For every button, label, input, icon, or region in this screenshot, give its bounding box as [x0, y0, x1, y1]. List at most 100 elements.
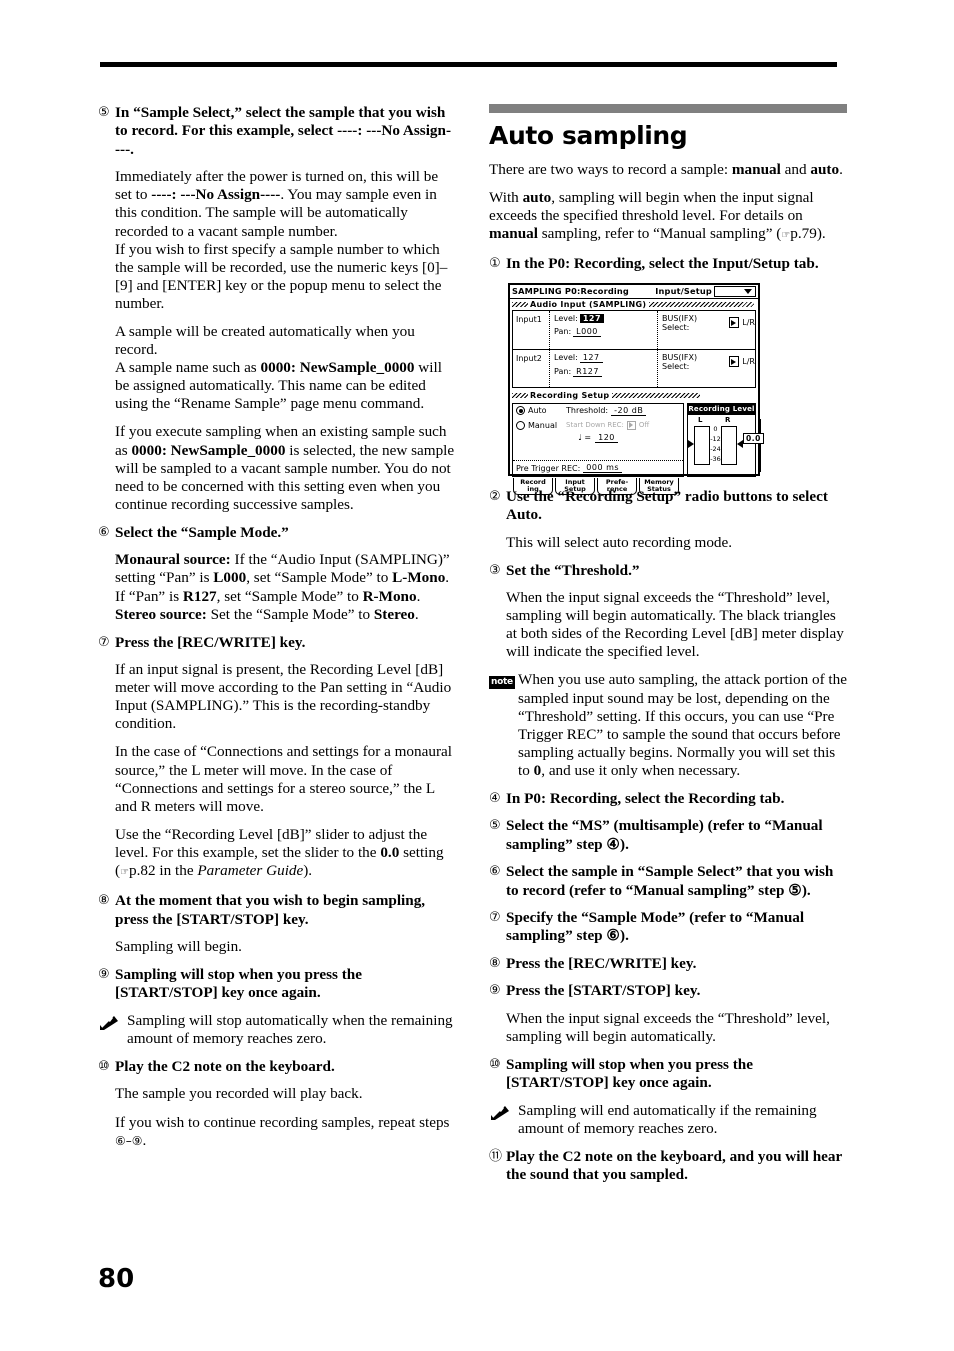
- threshold-value[interactable]: -20 dB: [611, 406, 647, 416]
- pan-label: Pan:: [554, 367, 572, 377]
- tab-memory-status[interactable]: Memory Status: [639, 477, 679, 495]
- input-row: Input2 Level: 127 Pan: R127 BUS(IFX) Sel…: [513, 348, 755, 387]
- step-paragraph: This will select auto recording mode.: [506, 533, 733, 551]
- step-heading: Specify the “Sample Mode” (refer to “Man…: [506, 909, 805, 945]
- pencil-warning-icon: [489, 1102, 518, 1138]
- tempo-row[interactable]: ♩ = 120: [513, 430, 683, 443]
- bus-value: L/R: [742, 357, 755, 367]
- section-bar: [489, 104, 847, 113]
- threshold-marker-left-icon: [688, 439, 694, 448]
- pan-field[interactable]: Pan: R127: [554, 367, 657, 377]
- threshold-label: Threshold:: [566, 406, 609, 416]
- audio-input-group-header: Audio Input (SAMPLING): [510, 299, 758, 310]
- lcd-page-title: SAMPLING P0:Recording: [512, 285, 629, 296]
- step-paragraph: In the case of “Connections and settings…: [115, 743, 452, 815]
- left-column: ⑤ In “Sample Select,” select the sample …: [98, 104, 456, 1160]
- step-number: ⑨: [98, 967, 110, 983]
- warning-note: Sampling will stop automatically when th…: [98, 1012, 456, 1048]
- meter-scale-0: 0: [713, 424, 718, 433]
- step-item: ④ In P0: Recording, select the Recording…: [489, 790, 847, 808]
- bus-select-field[interactable]: BUS(IFX) Select: L/R: [662, 314, 755, 332]
- recording-setup-group-header: Recording Setup: [510, 390, 758, 401]
- step-number: ⑦: [489, 910, 501, 926]
- lcd-page-menu-button[interactable]: [714, 285, 756, 297]
- arrow-right-icon[interactable]: [728, 317, 740, 329]
- header-rule: [100, 62, 837, 67]
- bus-label: BUS(IFX) Select:: [662, 352, 698, 371]
- step-number: ⑤: [98, 105, 110, 120]
- lcd-title-bar: SAMPLING P0:Recording Input/Setup: [510, 285, 758, 299]
- step-item: ⑦ Press the [REC/WRITE] key.: [98, 634, 456, 652]
- step-number: ⑦: [98, 634, 110, 650]
- audio-input-group-label: Audio Input (SAMPLING): [530, 299, 647, 309]
- level-label: Level:: [554, 353, 578, 363]
- section-title: Auto sampling: [489, 121, 688, 150]
- pan-label: Pan:: [554, 327, 572, 337]
- intro-paragraph: There are two ways to record a sample: m…: [489, 161, 843, 178]
- input-name: Input2: [516, 353, 542, 363]
- step-heading: Select the “MS” (multisample) (refer to …: [506, 817, 823, 853]
- step-number: ⑪: [489, 1148, 503, 1164]
- step-paragraph: Immediately after the power is turned on…: [115, 168, 448, 312]
- note-block: note When you use auto sampling, the att…: [489, 671, 847, 780]
- meter-label-r: R: [725, 415, 731, 424]
- radio-manual-icon[interactable]: [516, 420, 525, 430]
- pan-field[interactable]: Pan: L000: [554, 327, 657, 337]
- meter-scale-36: -36: [710, 454, 721, 463]
- step-heading: In the P0: Recording, select the Input/S…: [506, 255, 819, 273]
- step-item: ③ Set the “Threshold.”: [489, 562, 847, 580]
- step-paragraph: If an input signal is present, the Recor…: [115, 661, 452, 733]
- step-heading: Play the C2 note on the keyboard.: [115, 1058, 335, 1076]
- level-field[interactable]: Level: 127: [554, 313, 657, 323]
- step-paragraph: Monaural source: If the “Audio Input (SA…: [115, 551, 450, 623]
- bus-label: BUS(IFX) Select:: [662, 313, 698, 332]
- step-heading: Press the [START/STOP] key.: [506, 982, 701, 1000]
- recording-level-meter: Recording Level [dB] L R 0 -12 -24 -36 0…: [687, 402, 764, 477]
- bus-value: L/R: [742, 318, 755, 328]
- level-value: 127: [579, 353, 603, 363]
- step-number: ⑧: [489, 955, 501, 971]
- step-heading: Set the “Threshold.”: [506, 561, 640, 579]
- meter-scale-24: -24: [710, 444, 721, 453]
- step-paragraph: When the input signal exceeds the “Thres…: [506, 589, 844, 661]
- warning-note: Sampling will end automatically if the r…: [489, 1102, 847, 1138]
- arrow-right-icon[interactable]: [728, 356, 740, 368]
- pan-value: L000: [573, 327, 601, 337]
- level-slider-value[interactable]: 0.0: [743, 432, 764, 444]
- step-paragraph: If you wish to continue recording sample…: [115, 1113, 450, 1149]
- step-item: ⑩ Sampling will stop when you press the …: [489, 1056, 847, 1093]
- step-heading: Select the “Sample Mode.”: [115, 523, 289, 541]
- bus-select-field[interactable]: BUS(IFX) Select: L/R: [662, 353, 755, 371]
- manual-radio-row[interactable]: Manual Start Down REC: Off: [513, 419, 683, 430]
- meter-label-l: L: [698, 415, 703, 424]
- recording-setup-box: Auto Threshold: -20 dB Manual Start Down…: [512, 402, 684, 477]
- hatch-decor: [512, 301, 528, 307]
- step-paragraph: Use the “Recording Level [dB]” slider to…: [115, 825, 444, 880]
- auto-label: Auto: [528, 406, 547, 416]
- tab-preference[interactable]: Prefe- rence: [597, 477, 637, 495]
- meter-body: L R 0 -12 -24 -36 0.0: [688, 415, 764, 474]
- step-paragraph: Sampling will begin.: [115, 937, 242, 955]
- step-item: ⑥ Select the “Sample Mode.”: [98, 524, 456, 542]
- radio-auto-icon[interactable]: [516, 406, 525, 416]
- step-number: ⑨: [489, 983, 501, 999]
- meter-title: Recording Level [dB]: [688, 403, 755, 424]
- tab-input-setup[interactable]: Input Setup: [555, 477, 595, 495]
- manual-label: Manual: [528, 420, 558, 430]
- level-field[interactable]: Level: 127: [554, 353, 657, 363]
- step-heading: At the moment that you wish to begin sam…: [115, 892, 426, 928]
- arrow-right-disabled-icon: [626, 420, 636, 430]
- level-label: Level:: [554, 313, 578, 323]
- meter-bar-r: [721, 425, 737, 465]
- warning-note-text: Sampling will stop automatically when th…: [127, 1011, 453, 1047]
- tab-line2: Status: [647, 485, 671, 494]
- pre-trigger-row[interactable]: Pre Trigger REC: 000 ms: [513, 459, 683, 476]
- auto-radio-row[interactable]: Auto Threshold: -20 dB: [513, 404, 683, 416]
- pencil-warning-icon: [98, 1012, 127, 1048]
- step-item: ⑥ Select the sample in “Sample Select” t…: [489, 863, 847, 900]
- step-number: ⑥: [489, 864, 501, 880]
- tab-recording[interactable]: Record ing: [513, 477, 553, 495]
- right-column: Auto sampling There are two ways to reco…: [489, 104, 847, 1194]
- step-number: ③: [489, 562, 501, 578]
- level-slider-track[interactable]: [758, 418, 761, 472]
